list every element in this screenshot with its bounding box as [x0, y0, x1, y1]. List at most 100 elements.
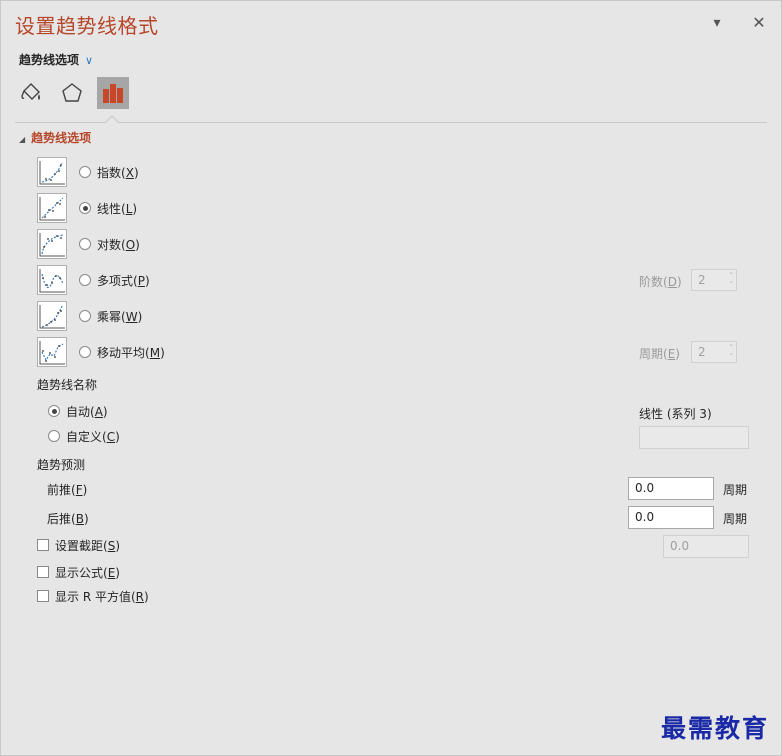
trendline-type-logarithmic[interactable]: 对数(O)	[37, 229, 140, 259]
linear-trend-icon	[37, 193, 67, 223]
display-equation-option[interactable]: 显示公式(E)	[37, 559, 120, 585]
forecast-heading: 趋势预测	[37, 458, 86, 472]
spin-down-icon[interactable]: ˅	[730, 354, 734, 361]
section-selector[interactable]: 趋势线选项 ∨	[19, 51, 93, 68]
format-trendline-pane: 设置趋势线格式 ▾ ✕ 趋势线选项 ∨ ◢ 趋势线选项 指数(X) 线性(L) …	[0, 0, 782, 756]
moving-average-text: 移动平均	[97, 345, 146, 360]
spin-down-icon[interactable]: ˅	[730, 282, 734, 289]
moving-average-radio[interactable]	[79, 346, 91, 358]
forward-accesskey: F	[75, 483, 83, 497]
trendline-type-polynomial[interactable]: 多项式(P)	[37, 265, 150, 295]
logarithmic-radio[interactable]	[79, 238, 91, 250]
trendline-options-group-header[interactable]: ◢ 趋势线选项	[19, 129, 91, 146]
group-label: 趋势线选项	[31, 131, 92, 145]
exponential-trend-icon	[37, 157, 67, 187]
polynomial-radio[interactable]	[79, 274, 91, 286]
polynomial-trend-icon	[37, 265, 67, 295]
set-intercept-option[interactable]: 设置截距(S)	[37, 532, 120, 558]
display-r-squared-accesskey: R	[135, 589, 144, 604]
moving-average-accesskey: M	[149, 345, 161, 360]
linear-text: 线性	[97, 201, 122, 216]
display-r-squared-option[interactable]: 显示 R 平方值(R)	[37, 583, 149, 609]
trendline-type-moving-average[interactable]: 移动平均(M)	[37, 337, 165, 367]
period-text: 周期	[639, 347, 664, 361]
auto-name-value: 线性 (系列 3)	[639, 407, 712, 421]
pane-title: 设置趋势线格式	[15, 14, 159, 38]
collapse-triangle-icon: ◢	[19, 135, 26, 144]
period-spinner[interactable]: 2 ˄ ˅	[691, 341, 737, 363]
bar-chart-icon	[103, 84, 123, 103]
forward-text: 前推	[47, 483, 72, 497]
name-custom-option[interactable]: 自定义(C)	[48, 423, 120, 449]
period-accesskey: E	[667, 347, 676, 361]
spin-up-icon[interactable]: ˄	[730, 345, 734, 352]
custom-name-field[interactable]	[639, 426, 749, 449]
power-text: 乘幂	[97, 309, 122, 324]
display-equation-checkbox[interactable]	[37, 566, 49, 578]
backward-periods-input[interactable]: 0.0	[628, 506, 714, 529]
power-radio[interactable]	[79, 310, 91, 322]
close-button[interactable]: ✕	[749, 13, 769, 33]
exponential-radio[interactable]	[79, 166, 91, 178]
backward-text: 后推	[47, 512, 72, 526]
section-selector-label: 趋势线选项	[19, 53, 80, 67]
display-equation-label: 显示公式(E)	[55, 565, 120, 580]
tab-trendline-options[interactable]	[97, 77, 129, 109]
pane-options-button[interactable]: ▾	[707, 13, 727, 33]
display-r-squared-text: 显示 R 平方值	[55, 589, 131, 604]
order-accesskey: D	[667, 275, 677, 289]
trendline-type-exponential[interactable]: 指数(X)	[37, 157, 139, 187]
tab-divider	[15, 122, 767, 123]
set-intercept-accesskey: S	[107, 538, 116, 553]
backward-unit: 周期	[723, 512, 748, 526]
linear-label: 线性(L)	[97, 201, 138, 216]
order-value: 2	[698, 273, 706, 287]
name-custom-radio[interactable]	[48, 430, 60, 442]
logarithmic-trend-icon	[37, 229, 67, 259]
close-icon: ✕	[752, 13, 766, 32]
name-custom-accesskey: C	[106, 429, 116, 444]
polynomial-text: 多项式	[97, 273, 134, 288]
forward-label: 前推(F)	[47, 483, 88, 497]
order-spinner[interactable]: 2 ˄ ˅	[691, 269, 737, 291]
exponential-text: 指数	[97, 165, 122, 180]
chevron-down-icon: ∨	[85, 54, 94, 67]
exponential-label: 指数(X)	[97, 165, 139, 180]
power-label: 乘幂(W)	[97, 309, 143, 324]
paint-bucket-icon	[21, 83, 40, 100]
name-auto-text: 自动	[66, 404, 91, 419]
display-r-squared-checkbox[interactable]	[37, 590, 49, 602]
order-text: 阶数	[639, 275, 664, 289]
name-auto-label: 自动(A)	[66, 404, 108, 419]
forward-periods-input[interactable]: 0.0	[628, 477, 714, 500]
pentagon-icon	[62, 83, 82, 102]
linear-accesskey: L	[125, 201, 133, 216]
linear-radio[interactable]	[79, 202, 91, 214]
logarithmic-text: 对数	[97, 237, 122, 252]
trendline-name-heading: 趋势线名称	[37, 378, 98, 392]
intercept-value-input[interactable]: 0.0	[663, 535, 749, 558]
tab-effects[interactable]	[56, 77, 88, 109]
logarithmic-label: 对数(O)	[97, 237, 140, 252]
tab-fill-line[interactable]	[15, 77, 47, 109]
moving-average-trend-icon	[37, 337, 67, 367]
forward-unit: 周期	[723, 483, 748, 497]
exponential-accesskey: X	[125, 165, 134, 180]
power-trend-icon	[37, 301, 67, 331]
name-custom-label: 自定义(C)	[66, 429, 120, 444]
backward-accesskey: B	[75, 512, 84, 526]
set-intercept-text: 设置截距	[55, 538, 104, 553]
period-value: 2	[698, 345, 706, 359]
name-auto-option[interactable]: 自动(A)	[48, 398, 108, 424]
set-intercept-checkbox[interactable]	[37, 539, 49, 551]
backward-label: 后推(B)	[47, 512, 89, 526]
trendline-type-linear[interactable]: 线性(L)	[37, 193, 137, 223]
name-auto-radio[interactable]	[48, 405, 60, 417]
power-accesskey: W	[125, 309, 138, 324]
logarithmic-accesskey: O	[125, 237, 136, 252]
moving-average-label: 移动平均(M)	[97, 345, 165, 360]
trendline-type-power[interactable]: 乘幂(W)	[37, 301, 142, 331]
active-tab-pointer	[105, 115, 119, 123]
watermark-logo: 最需教育	[661, 714, 770, 743]
spin-up-icon[interactable]: ˄	[730, 273, 734, 280]
